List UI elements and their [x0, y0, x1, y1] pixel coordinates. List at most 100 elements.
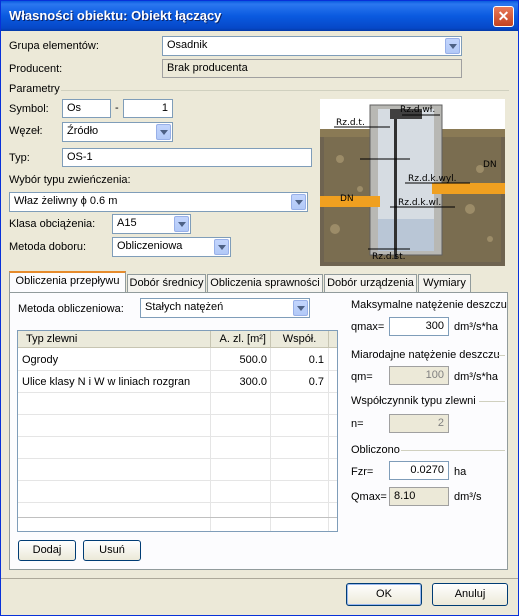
button-label: Anuluj	[454, 588, 486, 600]
Qmax-field: 8.10	[389, 487, 449, 506]
table-cell[interactable]: 300.0	[210, 376, 267, 388]
table-cell[interactable]: Ogrody	[22, 354, 208, 366]
close-icon: ✕	[497, 8, 510, 24]
title-bar[interactable]: Własności obiektu: Obiekt łączący ✕	[1, 1, 518, 31]
wezel-select[interactable]: Źródło	[62, 122, 173, 142]
grid-line	[18, 502, 337, 503]
metoda-obliczeniowa-select[interactable]: Stałych natężeń	[140, 298, 310, 318]
metoda-doboru-select[interactable]: Obliczeniowa	[112, 237, 231, 257]
qm-value: 100	[425, 369, 444, 381]
button-label: OK	[376, 588, 392, 600]
wsp-label: Współczynnik typu zlewni	[351, 395, 476, 407]
cancel-button[interactable]: Anuluj	[432, 583, 508, 606]
dialog-window: Własności obiektu: Obiekt łączący ✕ Grup…	[0, 0, 519, 616]
grupa-select[interactable]: Osadnik	[162, 36, 462, 56]
column-header[interactable]: Współ.	[270, 331, 328, 348]
diagram-label: Rz.d.k.wl.	[398, 198, 441, 208]
button-label: Dodaj	[32, 544, 62, 556]
wezel-label: Węzeł:	[9, 125, 43, 137]
typ-input[interactable]: OS-1	[62, 148, 312, 167]
column-header[interactable]: Typ zlewni	[18, 331, 210, 348]
diagram-label: Rz.d.st.	[372, 252, 406, 262]
Qmax-label: Qmax=	[351, 491, 387, 503]
fzr-value: 0.0270	[410, 464, 444, 476]
zwienczenie-label: Wybór typu zwieńczenia:	[9, 174, 131, 186]
qm-unit: dm³/s*ha	[454, 371, 499, 383]
tab-obliczenia-przeplywu[interactable]: Obliczenia przepływu	[9, 271, 126, 292]
n-field: 2	[389, 414, 449, 433]
table-cell[interactable]: 0.1	[270, 354, 324, 366]
column-header[interactable]: A. zl. [m²]	[210, 331, 270, 348]
Qmax-value: 8.10	[394, 490, 416, 502]
metoda-doboru-value: Obliczeniowa	[117, 240, 183, 252]
miarodajne-label: Miarodajne natężenie deszczu	[351, 349, 500, 361]
close-button[interactable]: ✕	[493, 6, 514, 27]
fzr-field: 0.0270	[389, 461, 449, 480]
chevron-down-icon[interactable]	[174, 216, 189, 232]
wezel-value: Źródło	[67, 125, 99, 137]
column-header-filler	[328, 331, 337, 348]
qmax-value: 300	[425, 320, 444, 332]
table-cell[interactable]: 500.0	[210, 354, 267, 366]
table-cell[interactable]: Ulice klasy N i W w liniach rozgran	[22, 376, 208, 388]
klasa-select[interactable]: A15	[112, 214, 191, 234]
zlewnie-table[interactable]: Typ zlewni A. zl. [m²] Współ. Ogrody 500…	[17, 330, 338, 532]
klasa-label: Klasa obciążenia:	[9, 218, 96, 230]
header-label: A. zl. [m²]	[219, 333, 266, 345]
button-label: Usuń	[99, 544, 125, 556]
fzr-unit: ha	[454, 466, 467, 478]
ok-button[interactable]: OK	[346, 583, 422, 606]
footer-divider	[1, 578, 518, 579]
metoda-obliczeniowa-value: Stałych natężeń	[145, 301, 224, 313]
metoda-doboru-label: Metoda doboru:	[9, 241, 87, 253]
grid-line	[18, 458, 337, 459]
metoda-obliczeniowa-label: Metoda obliczeniowa:	[18, 303, 124, 315]
typ-label: Typ:	[9, 152, 30, 164]
grupa-label: Grupa elementów:	[9, 40, 99, 52]
group-divider	[479, 401, 505, 402]
tab-wymiary[interactable]: Wymiary	[418, 274, 471, 292]
tab-label: Wymiary	[423, 277, 466, 289]
tab-obliczenia-sprawnosci[interactable]: Obliczenia sprawności	[207, 274, 323, 292]
tab-label: Obliczenia przepływu	[15, 275, 120, 287]
zwienczenie-select[interactable]: Właz żeliwny ϕ 0.6 m	[9, 192, 308, 212]
qmax-input[interactable]: 300	[389, 317, 449, 336]
tab-dobor-srednicy[interactable]: Dobór średnicy	[127, 274, 206, 292]
table-cell[interactable]: 0.7	[270, 376, 324, 388]
header-label: Typ zlewni	[26, 333, 78, 345]
producent-label: Producent:	[9, 63, 63, 75]
grid-line	[18, 370, 337, 371]
grid-line	[18, 517, 337, 518]
producent-value: Brak producenta	[167, 62, 248, 74]
group-divider	[401, 450, 505, 451]
tab-label: Obliczenia sprawności	[210, 277, 320, 289]
header-label: Współ.	[282, 333, 317, 345]
remove-button[interactable]: Usuń	[83, 540, 141, 561]
typ-value: OS-1	[67, 151, 93, 163]
chevron-down-icon[interactable]	[291, 194, 306, 210]
grid-line	[18, 414, 337, 415]
obliczono-label: Obliczono	[351, 444, 400, 456]
symbol-number-input[interactable]: 1	[123, 99, 173, 118]
symbol-label: Symbol:	[9, 103, 49, 115]
grid-line	[328, 348, 329, 531]
grid-line	[18, 436, 337, 437]
tab-dobor-urzadzenia[interactable]: Dobór urządzenia	[324, 274, 417, 292]
klasa-value: A15	[117, 217, 137, 229]
parametry-label: Parametry	[9, 83, 60, 95]
chevron-down-icon[interactable]	[445, 38, 460, 54]
diagram-label: DN	[483, 160, 497, 170]
fzr-label: Fzr=	[351, 466, 374, 478]
chevron-down-icon[interactable]	[214, 239, 229, 255]
add-button[interactable]: Dodaj	[18, 540, 76, 561]
grid-line	[18, 480, 337, 481]
grid-line	[18, 392, 337, 393]
chevron-down-icon[interactable]	[156, 124, 171, 140]
symbol-number-value: 1	[161, 102, 168, 114]
qm-label: qm=	[351, 371, 373, 383]
tab-label: Dobór urządzenia	[327, 277, 414, 289]
Qmax-unit: dm³/s	[454, 491, 482, 503]
symbol-input[interactable]: Os	[62, 99, 111, 118]
chevron-down-icon[interactable]	[293, 300, 308, 316]
producent-field: Brak producenta	[162, 59, 462, 78]
